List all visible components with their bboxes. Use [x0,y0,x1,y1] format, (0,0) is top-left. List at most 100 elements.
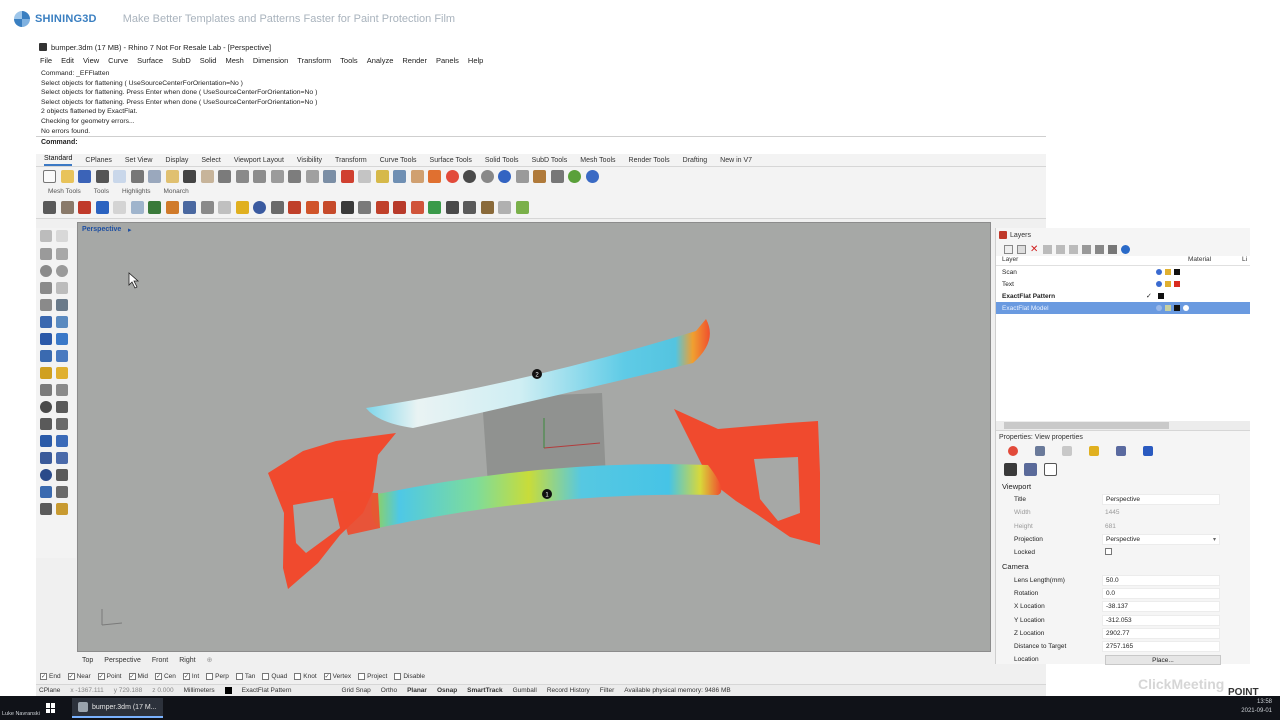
explode-icon[interactable] [56,384,68,396]
perspective-viewport[interactable]: 2 1 Perspective ▸ [77,222,991,652]
material-icon[interactable] [1035,446,1045,456]
y-location-field[interactable]: -312.053 [1102,614,1220,626]
osnap-vertex-checkbox[interactable]: ✓ [323,673,331,680]
osnap-mid[interactable]: ✓ Mid [128,673,148,680]
osnap-end-checkbox[interactable]: ✓ [40,673,47,680]
print-icon[interactable] [95,170,109,183]
cut-icon[interactable] [130,170,144,183]
trim-icon[interactable] [410,201,424,214]
tab-set-view[interactable]: Set View [125,157,153,166]
tab-cplanes[interactable]: CPlanes [85,157,111,166]
zoom-window-icon[interactable] [253,170,266,183]
extract-icon[interactable] [323,201,336,214]
status-gumball[interactable]: Gumball [513,687,537,694]
properties-icon[interactable] [113,170,126,183]
document-icon[interactable] [1116,446,1126,456]
paste-icon[interactable] [165,170,179,183]
nest-icon[interactable] [428,201,441,214]
osnap-knot-checkbox[interactable] [294,673,302,680]
status-ortho[interactable]: Ortho [381,687,397,694]
windows-start-icon[interactable] [46,703,56,713]
osnap-disable-checkbox[interactable] [394,673,402,680]
menu-tools[interactable]: Tools [340,56,358,65]
pan-hand-icon[interactable] [200,170,214,183]
mirror-icon[interactable] [56,418,68,430]
osnap-near[interactable]: ✓ Near [67,673,91,680]
array-icon[interactable] [40,452,52,464]
layer-row-exactflat-model[interactable]: ExactFlat Model [996,302,1250,314]
render-palette-icon[interactable] [40,486,52,498]
text-tool-icon[interactable] [445,201,459,214]
unlocked-icon[interactable] [1165,305,1171,311]
copy-icon[interactable] [148,170,161,183]
cplane-icon[interactable] [393,170,406,183]
rotation-field[interactable]: 0.0 [1102,587,1220,599]
new-layer-icon[interactable] [1004,244,1013,254]
tab-subd-tools[interactable]: SubD Tools [532,157,568,166]
arc-icon[interactable] [40,282,52,294]
unweld-icon[interactable] [288,201,301,214]
object-properties-icon[interactable] [1008,446,1018,456]
projection-select[interactable]: Perspective ▾ [1102,534,1220,546]
status-planar[interactable]: Planar [407,687,427,694]
lock-icon[interactable] [410,170,424,183]
layer-color-swatch[interactable] [1174,281,1180,287]
menu-transform[interactable]: Transform [297,56,331,65]
tab-transform[interactable]: Transform [335,157,367,166]
layer-row-scan[interactable]: Scan [996,266,1250,278]
menu-panels[interactable]: Panels [436,56,459,65]
polygon-icon[interactable] [56,299,68,311]
unlocked-icon[interactable] [1165,281,1171,287]
vp-tab-top[interactable]: Top [82,657,93,664]
select-arrow-icon[interactable] [40,230,52,242]
offset-icon[interactable] [305,201,319,214]
help-icon[interactable] [585,170,599,183]
osnap-cen-checkbox[interactable]: ✓ [154,673,162,680]
mesh-edit-icon[interactable] [60,201,74,214]
pencil-icon[interactable] [56,486,68,498]
open-file-icon[interactable] [60,170,74,183]
shaded-sphere-icon[interactable] [463,170,476,183]
folder-icon[interactable] [1089,446,1099,456]
taskbar-rhino-app[interactable]: bumper.3dm (17 M... [72,698,163,718]
sphere-solid-icon[interactable] [56,333,68,345]
render-icon[interactable] [498,170,511,183]
osnap-point-checkbox[interactable]: ✓ [97,673,105,680]
menu-analyze[interactable]: Analyze [367,56,394,65]
layer-color-swatch[interactable] [1174,269,1180,275]
snap-icon[interactable] [358,170,371,183]
zoom-selected-icon[interactable] [288,170,301,183]
new-sublayer-icon[interactable] [1017,244,1026,254]
chevron-down-icon[interactable]: ▾ [1213,536,1219,543]
osnap-tan[interactable]: Tan [235,673,255,680]
text-palette-icon[interactable] [40,435,52,447]
subtab-mesh-tools[interactable]: Mesh Tools [48,188,81,195]
boolean-icon[interactable] [40,367,52,379]
save-icon[interactable] [78,170,91,183]
tab-render-tools[interactable]: Render Tools [629,157,670,166]
check-icon[interactable] [95,201,109,214]
texture-icon[interactable] [1062,446,1072,456]
box-solid-icon[interactable] [40,333,52,345]
properties-sphere-icon[interactable] [445,170,459,183]
tab-drafting[interactable]: Drafting [683,157,708,166]
layer-states-icon[interactable] [1095,244,1104,254]
globe-icon[interactable] [568,170,581,183]
select-points-icon[interactable] [56,230,68,242]
osnap-perp[interactable]: Perp [206,673,229,680]
mesh-sphere-icon[interactable] [200,201,214,214]
osnap-quad-checkbox[interactable] [262,673,270,680]
viewport-frame-icon[interactable] [1044,462,1057,476]
osnap-tan-checkbox[interactable] [235,673,243,680]
visible-bulb-icon[interactable] [1156,305,1162,311]
camera-icon[interactable] [1004,462,1017,476]
fillet-icon[interactable] [56,367,68,379]
mesh-palette-icon[interactable] [40,350,52,362]
osnap-cen[interactable]: ✓ Cen [154,673,176,680]
status-record-history[interactable]: Record History [547,687,590,694]
expand-icon[interactable] [550,170,564,183]
status-filter[interactable]: Filter [600,687,614,694]
patch-icon[interactable] [165,201,179,214]
tab-mesh-tools[interactable]: Mesh Tools [580,157,615,166]
osnap-disable[interactable]: Disable [394,673,425,680]
